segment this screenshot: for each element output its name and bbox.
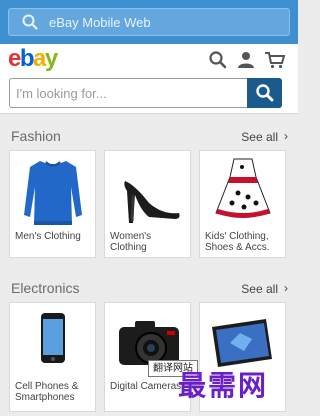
see-all-link[interactable]: See all — [241, 130, 278, 144]
section-title: Fashion — [11, 128, 61, 144]
search-button[interactable] — [247, 78, 282, 108]
section-title: Electronics — [11, 280, 80, 296]
ebay-logo[interactable]: ebay — [8, 45, 58, 73]
category-card-kids-clothing[interactable]: Kids' Clothing, Shoes & Accs. — [199, 150, 286, 258]
category-card-cell-phones[interactable]: Cell Phones & Smartphones — [9, 302, 96, 412]
category-card-mens-clothing[interactable]: Men's Clothing — [9, 150, 96, 258]
search-input[interactable] — [9, 78, 247, 108]
category-label: Men's Clothing — [15, 231, 81, 242]
search-icon — [256, 84, 274, 102]
sweater-image — [24, 161, 82, 225]
section-header-electronics: Electronics See all › — [0, 278, 298, 300]
search-row — [0, 76, 298, 114]
category-card-womens-clothing[interactable]: Women's Clothing — [104, 150, 191, 258]
see-all-link[interactable]: See all — [241, 282, 278, 296]
chevron-right-icon: › — [284, 281, 288, 295]
category-label: Women's Clothing — [110, 231, 152, 253]
search-icon — [22, 14, 38, 30]
site-header: ebay — [0, 44, 298, 76]
category-label: Kids' Clothing, Shoes & Accs. — [205, 231, 270, 253]
category-label: Digital Cameras — [110, 381, 182, 392]
chevron-right-icon: › — [284, 129, 288, 143]
user-icon[interactable] — [236, 50, 256, 70]
browser-bar: eBay Mobile Web — [0, 0, 298, 44]
watermark: 最需网 — [178, 369, 269, 402]
url-bar[interactable]: eBay Mobile Web — [8, 8, 290, 36]
category-label: Cell Phones & Smartphones — [15, 381, 79, 403]
url-text: eBay Mobile Web — [49, 15, 151, 30]
search-icon[interactable] — [208, 50, 228, 70]
section-header-fashion: Fashion See all › — [0, 126, 298, 148]
cart-icon[interactable] — [264, 50, 286, 70]
